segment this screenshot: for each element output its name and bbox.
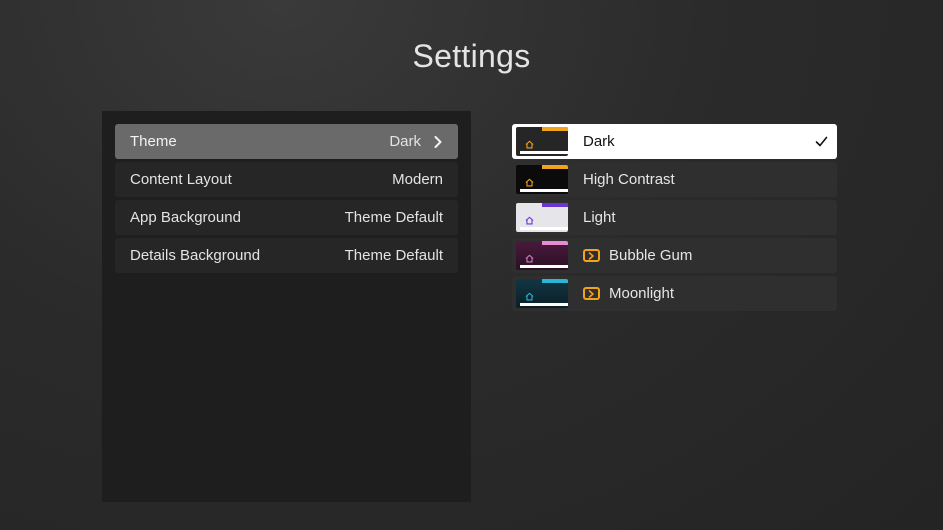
theme-thumbnail — [516, 127, 568, 156]
setting-label: App Background — [130, 209, 241, 226]
home-icon — [525, 216, 534, 225]
theme-label: Light — [583, 209, 616, 226]
theme-label: Dark — [583, 133, 615, 150]
home-icon — [525, 292, 534, 301]
setting-value: Theme Default — [344, 247, 443, 264]
theme-option-moonlight[interactable]: Moonlight — [512, 276, 837, 311]
premium-badge-icon — [583, 287, 600, 300]
chevron-right-icon — [433, 135, 443, 149]
theme-thumbnail — [516, 165, 568, 194]
theme-option-light[interactable]: Light — [512, 200, 837, 235]
setting-value: Dark — [389, 133, 421, 150]
home-icon — [525, 178, 534, 187]
setting-value: Modern — [392, 171, 443, 188]
theme-label: Moonlight — [609, 285, 675, 302]
setting-label: Theme — [130, 133, 177, 150]
theme-thumbnail — [516, 279, 568, 308]
setting-label: Details Background — [130, 247, 261, 264]
setting-label: Content Layout — [130, 171, 232, 188]
theme-label: High Contrast — [583, 171, 675, 188]
theme-list: Dark High Contrast Light Bubble Gum Moon… — [512, 124, 837, 314]
theme-thumbnail — [516, 241, 568, 270]
premium-badge-icon — [583, 249, 600, 262]
theme-label: Bubble Gum — [609, 247, 693, 264]
theme-option-high-contrast[interactable]: High Contrast — [512, 162, 837, 197]
page-title: Settings — [412, 38, 531, 74]
setting-row-theme[interactable]: Theme Dark — [115, 124, 458, 159]
setting-row-app-background[interactable]: App Background Theme Default — [115, 200, 458, 235]
theme-option-bubble-gum[interactable]: Bubble Gum — [512, 238, 837, 273]
setting-row-content-layout[interactable]: Content Layout Modern — [115, 162, 458, 197]
theme-option-dark[interactable]: Dark — [512, 124, 837, 159]
check-icon — [815, 136, 828, 147]
settings-panel: Theme Dark Content Layout Modern App Bac… — [102, 111, 471, 502]
theme-thumbnail — [516, 203, 568, 232]
setting-value: Theme Default — [344, 209, 443, 226]
home-icon — [525, 140, 534, 149]
setting-row-details-background[interactable]: Details Background Theme Default — [115, 238, 458, 273]
home-icon — [525, 254, 534, 263]
